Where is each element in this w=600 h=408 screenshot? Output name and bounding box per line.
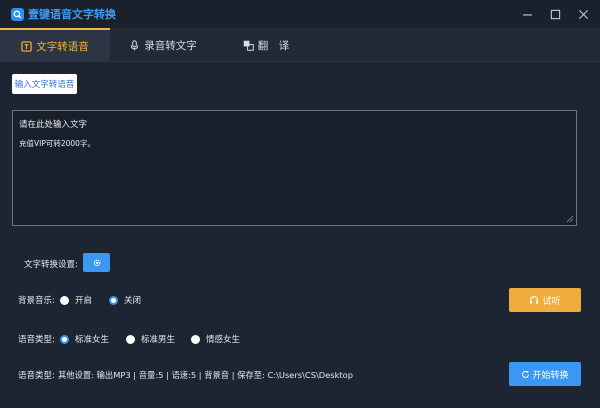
microphone-icon xyxy=(129,39,140,51)
status-label: 语音类型: xyxy=(18,371,55,381)
close-icon xyxy=(578,9,588,19)
conversion-settings-label: 文字转换设置: xyxy=(24,260,78,270)
tab-text-to-speech[interactable]: 文字转语音 xyxy=(0,28,110,62)
refresh-icon xyxy=(522,370,530,378)
radio-checked-icon xyxy=(60,334,69,344)
bg-music-on-radio[interactable]: 开启 xyxy=(60,294,92,306)
text-input-placeholder: 请在此处输入文字 xyxy=(19,120,88,130)
voice-type-label: 语音类型: xyxy=(18,335,55,345)
voice-emotional-female-radio[interactable]: 情感女生 xyxy=(191,333,240,345)
bg-music-off-radio[interactable]: 关闭 xyxy=(109,294,141,306)
start-label: 开始转换 xyxy=(532,370,569,381)
resize-grip-icon[interactable] xyxy=(566,215,574,223)
minimize-button[interactable] xyxy=(520,7,534,21)
voice-standard-female-radio[interactable]: 标准女生 xyxy=(60,333,109,345)
close-button[interactable] xyxy=(576,7,590,21)
tab-bar: 文字转语音 录音转文字 翻 译 xyxy=(0,28,600,62)
title-bar: 壹键语音文字转换 xyxy=(0,0,600,28)
vip-note: 充值VIP可转2000字。 xyxy=(19,139,95,148)
tab-label: 翻 译 xyxy=(257,39,290,52)
app-logo-icon xyxy=(11,7,24,21)
other-settings-summary: 其他设置: 输出MP3 | 音量:5 | 语速:5 | 背景音 | 保存至: C… xyxy=(58,370,353,380)
start-conversion-button[interactable]: 开始转换 xyxy=(509,362,581,386)
tab-label: 文字转语音 xyxy=(36,40,89,53)
text-input-area[interactable]: 请在此处输入文字 充值VIP可转2000字。 xyxy=(12,110,577,226)
tab-label: 录音转文字 xyxy=(144,39,197,52)
radio-label: 标准女生 xyxy=(75,335,110,345)
tab-translate[interactable]: 翻 译 xyxy=(226,28,306,62)
radio-label: 情感女生 xyxy=(206,335,241,345)
translate-icon xyxy=(243,40,254,51)
radio-unchecked-icon xyxy=(191,334,200,344)
radio-label: 标准男生 xyxy=(141,335,176,345)
gear-icon xyxy=(93,259,100,266)
input-text-to-speech-button[interactable]: 输入文字转语音 xyxy=(12,74,77,94)
app-title: 壹键语音文字转换 xyxy=(28,8,116,21)
radio-unchecked-icon xyxy=(60,295,69,305)
headphones-icon xyxy=(530,296,539,304)
maximize-button[interactable] xyxy=(548,7,562,21)
maximize-icon xyxy=(550,9,560,19)
tab-recording-to-text[interactable]: 录音转文字 xyxy=(118,28,208,62)
preview-button[interactable]: 试听 xyxy=(509,288,581,312)
minimize-icon xyxy=(522,13,532,16)
conversion-settings-button[interactable] xyxy=(83,253,110,272)
radio-label: 开启 xyxy=(75,296,93,306)
preview-label: 试听 xyxy=(542,296,561,307)
radio-unchecked-icon xyxy=(126,334,135,344)
voice-standard-male-radio[interactable]: 标准男生 xyxy=(126,333,175,345)
radio-checked-icon xyxy=(109,295,118,305)
bg-music-label: 背景音乐: xyxy=(18,296,55,306)
radio-label: 关闭 xyxy=(124,296,142,306)
text-to-speech-icon xyxy=(21,40,32,52)
